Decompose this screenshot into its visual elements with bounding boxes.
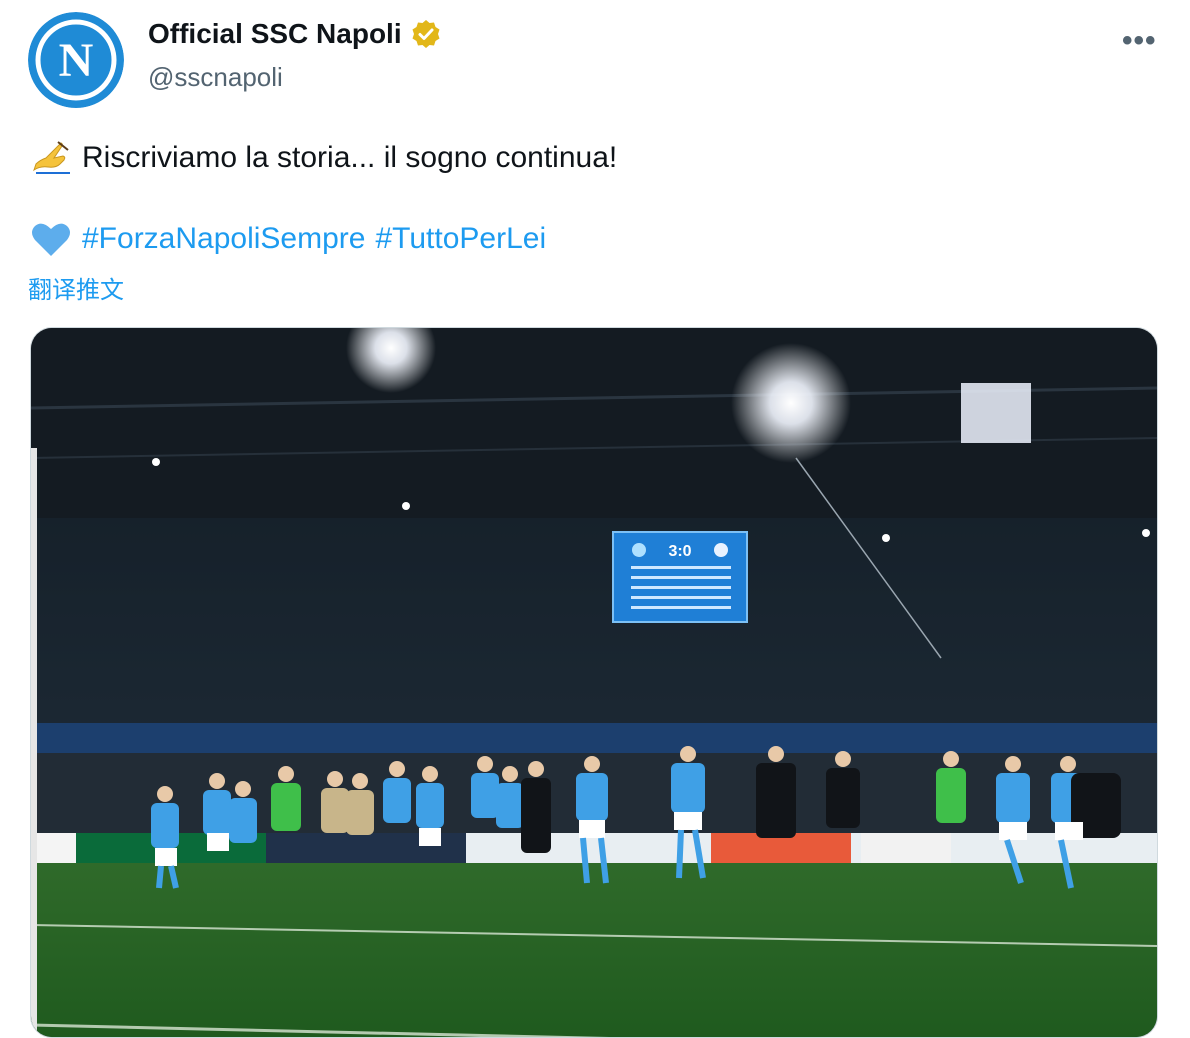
tweet-photo[interactable]: 3:0: [30, 327, 1158, 1038]
tweet-card: N Official SSC Napoli @sscnapoli ••• Ris…: [0, 0, 1190, 1038]
writing-hand-icon: [33, 141, 70, 174]
verified-badge-icon: [412, 20, 440, 48]
display-name[interactable]: Official SSC Napoli: [148, 18, 402, 50]
hashtag-line: #ForzaNapoliSempre #TuttoPerLei: [30, 220, 546, 258]
handle[interactable]: @sscnapoli: [148, 62, 283, 93]
napoli-logo-icon: N: [28, 12, 124, 108]
tweet-text: Riscriviamo la storia... il sogno contin…: [82, 141, 618, 174]
blue-heart-icon: [32, 223, 70, 256]
stadium-photo: 3:0: [31, 328, 1157, 1037]
name-row: Official SSC Napoli: [148, 18, 442, 50]
avatar-letter: N: [59, 34, 94, 87]
translate-tweet-link[interactable]: 翻译推文: [28, 270, 124, 305]
hashtag-forzanapolisempre[interactable]: #ForzaNapoliSempre: [82, 222, 365, 256]
hashtag-tuttoperlei[interactable]: #TuttoPerLei: [375, 222, 546, 256]
more-options-icon[interactable]: •••: [1122, 24, 1157, 58]
tweet-text-line: Riscriviamo la storia... il sogno contin…: [30, 140, 617, 176]
scoreboard-score: 3:0: [668, 543, 691, 560]
avatar[interactable]: N: [28, 12, 124, 108]
